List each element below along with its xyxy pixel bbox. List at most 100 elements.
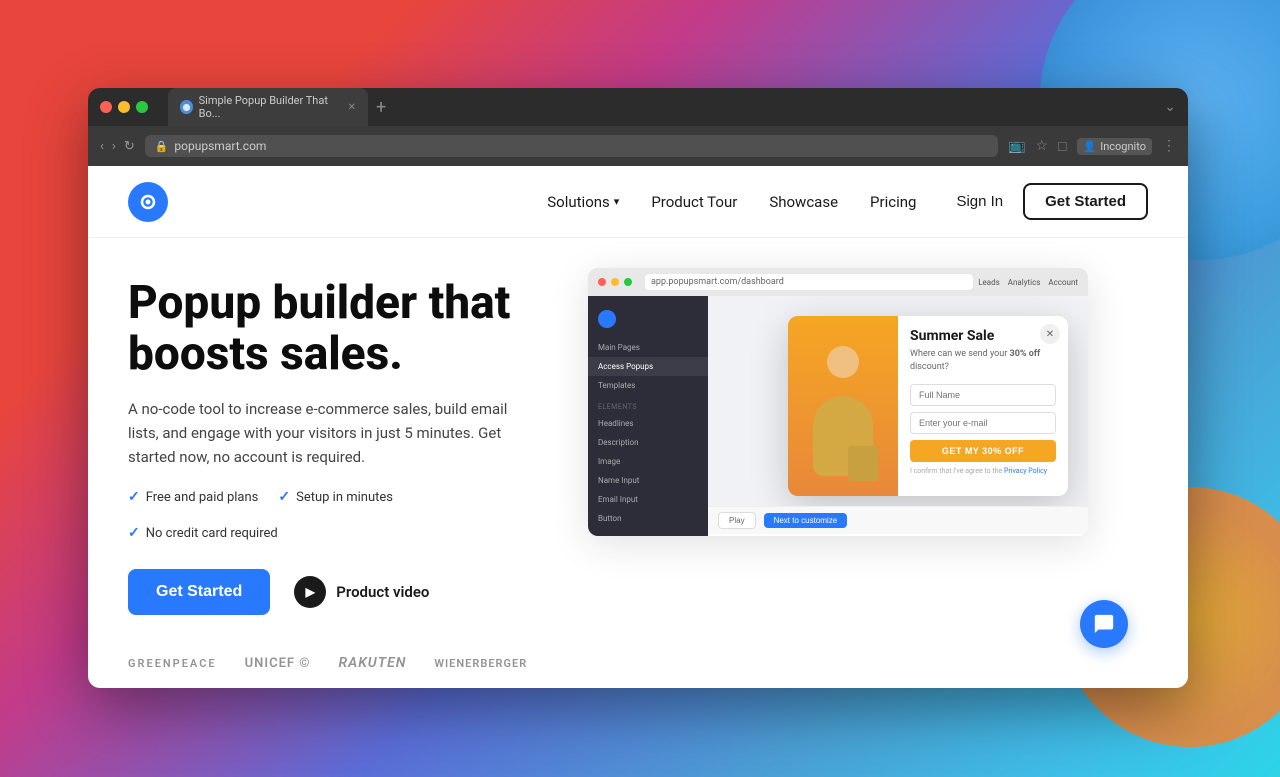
feature-checks: ✓ Free and paid plans ✓ Setup in minutes… — [128, 489, 548, 541]
check-setup: ✓ Setup in minutes — [278, 489, 393, 505]
logo — [128, 182, 168, 222]
demo-leads: Leads — [978, 278, 1000, 287]
privacy-policy-link[interactable]: Privacy Policy — [1004, 467, 1047, 475]
menu-icon[interactable]: ⋮ — [1162, 138, 1176, 154]
bookmark-icon[interactable]: ☆ — [1035, 138, 1048, 154]
checkmark-icon-1: ✓ — [128, 489, 140, 505]
hero-text: Popup builder that boosts sales. A no-co… — [128, 258, 548, 668]
demo-close — [598, 278, 606, 286]
navbar: Solutions ▾ Product Tour Showcase Pricin… — [88, 166, 1188, 238]
popup-email-input[interactable] — [910, 412, 1056, 434]
cast-icon[interactable]: 📺 — [1008, 138, 1025, 154]
address-bar-actions: 📺 ☆ □ 👤 Incognito ⋮ — [1008, 138, 1176, 155]
demo-nav-icons: Leads Analytics Account — [978, 278, 1078, 287]
profile-avatar: 👤 — [1083, 140, 1097, 153]
check-label-1: Free and paid plans — [146, 490, 259, 505]
popup-title: Summer Sale — [910, 328, 1056, 344]
demo-sidebar-image[interactable]: Image — [588, 452, 708, 471]
nav-solutions[interactable]: Solutions ▾ — [547, 193, 619, 211]
incognito-badge: 👤 Incognito — [1077, 138, 1153, 155]
popup-description: Where can we send your 30% off discount? — [910, 348, 1056, 373]
back-button[interactable]: ‹ — [100, 139, 104, 154]
nav-buttons: ‹ › ↻ — [100, 139, 135, 154]
demo-logo — [598, 310, 616, 328]
address-bar: ‹ › ↻ 🔒 popupsmart.com 📺 ☆ □ 👤 Incognito… — [88, 126, 1188, 166]
url-bar[interactable]: 🔒 popupsmart.com — [145, 135, 998, 157]
nav-product-tour[interactable]: Product Tour — [651, 193, 737, 211]
check-label-3: No credit card required — [146, 526, 278, 541]
chat-widget-button[interactable] — [1080, 600, 1128, 648]
demo-maximize — [624, 278, 632, 286]
forward-button[interactable]: › — [112, 139, 116, 154]
demo-canvas: ✕ — [708, 296, 1088, 506]
chevron-down-icon: ▾ — [614, 195, 620, 208]
check-label-2: Setup in minutes — [296, 490, 393, 505]
demo-sidebar: Main Pages Access Popups Templates Eleme… — [588, 296, 708, 536]
hero-subtext: A no-code tool to increase e-commerce sa… — [128, 397, 508, 469]
popup-content: Summer Sale Where can we send your 30% o… — [788, 316, 1068, 496]
traffic-lights — [100, 101, 148, 113]
window-collapse-icon[interactable]: ⌄ — [1164, 99, 1176, 115]
minimize-window-button[interactable] — [118, 101, 130, 113]
brand-logos: GREENPEACE unicef © Rakuten wienerberger — [128, 655, 548, 671]
person-head — [827, 346, 859, 378]
demo-sidebar-main-pages[interactable]: Main Pages — [588, 338, 708, 357]
product-video-button[interactable]: ▶ Product video — [294, 576, 429, 608]
logo-area[interactable] — [128, 182, 168, 222]
demo-browser: app.popupsmart.com/dashboard Leads Analy… — [588, 268, 1088, 536]
demo-next-button[interactable]: Next to customize — [764, 513, 848, 528]
get-started-nav-button[interactable]: Get Started — [1023, 183, 1148, 220]
sign-in-button[interactable]: Sign In — [956, 193, 1003, 210]
active-tab[interactable]: Simple Popup Builder That Bo... ✕ — [168, 88, 368, 126]
tab-close-button[interactable]: ✕ — [348, 102, 356, 113]
popup-cta-button[interactable]: GET MY 30% OFF — [910, 440, 1056, 462]
checkmark-icon-2: ✓ — [278, 489, 290, 505]
popup-image — [788, 316, 898, 496]
demo-sidebar-headlines[interactable]: Headlines — [588, 414, 708, 433]
demo-sidebar-description[interactable]: Description — [588, 433, 708, 452]
demo-main: ✕ — [708, 296, 1088, 536]
popup-person-figure — [788, 316, 898, 496]
demo-sidebar-templates[interactable]: Templates — [588, 376, 708, 395]
tab-favicon — [180, 100, 193, 114]
maximize-window-button[interactable] — [136, 101, 148, 113]
sidebar-toggle-icon[interactable]: □ — [1058, 138, 1066, 155]
popup-fullname-input[interactable] — [910, 384, 1056, 406]
play-icon: ▶ — [294, 576, 326, 608]
close-window-button[interactable] — [100, 101, 112, 113]
demo-sidebar-name-input[interactable]: Name Input — [588, 471, 708, 490]
demo-sidebar-access-popups[interactable]: Access Popups — [588, 357, 708, 376]
tab-bar: Simple Popup Builder That Bo... ✕ + — [168, 88, 1156, 126]
new-tab-button[interactable]: + — [376, 97, 386, 118]
popup-legal-text: I confirm that I've agree to the Privacy… — [910, 467, 1056, 476]
browser-titlebar: Simple Popup Builder That Bo... ✕ + ⌄ — [88, 88, 1188, 126]
brand-rakuten: Rakuten — [339, 655, 407, 671]
demo-logo-row — [588, 304, 708, 334]
cta-row: Get Started ▶ Product video — [128, 569, 548, 615]
nav-actions: Sign In Get Started — [956, 183, 1148, 220]
nav-pricing[interactable]: Pricing — [870, 193, 916, 211]
demo-popup: ✕ — [788, 316, 1068, 496]
demo-minimize — [611, 278, 619, 286]
profile-label: Incognito — [1100, 140, 1146, 153]
demo-play-button[interactable]: Play — [718, 512, 756, 529]
person-bag — [848, 446, 878, 481]
popup-close-button[interactable]: ✕ — [1040, 324, 1060, 344]
tab-title: Simple Popup Builder That Bo... — [199, 94, 338, 120]
brand-unicef: unicef © — [245, 656, 311, 671]
demo-bottom-bar: Play Next to customize — [708, 506, 1088, 534]
title-bar-controls: ⌄ — [1164, 99, 1176, 115]
refresh-button[interactable]: ↻ — [124, 139, 135, 154]
nav-showcase[interactable]: Showcase — [769, 193, 838, 211]
hero-headline: Popup builder that boosts sales. — [128, 278, 548, 379]
brand-greenpeace: GREENPEACE — [128, 657, 217, 670]
browser-window: Simple Popup Builder That Bo... ✕ + ⌄ ‹ … — [88, 88, 1188, 688]
checkmark-icon-3: ✓ — [128, 525, 140, 541]
nav-links: Solutions ▾ Product Tour Showcase Pricin… — [547, 193, 916, 211]
check-no-card: ✓ No credit card required — [128, 525, 278, 541]
page-content: Solutions ▾ Product Tour Showcase Pricin… — [88, 166, 1188, 688]
get-started-hero-button[interactable]: Get Started — [128, 569, 270, 615]
demo-sidebar-button[interactable]: Button — [588, 509, 708, 528]
demo-sidebar-email-input[interactable]: Email Input — [588, 490, 708, 509]
person-illustration — [803, 336, 883, 496]
